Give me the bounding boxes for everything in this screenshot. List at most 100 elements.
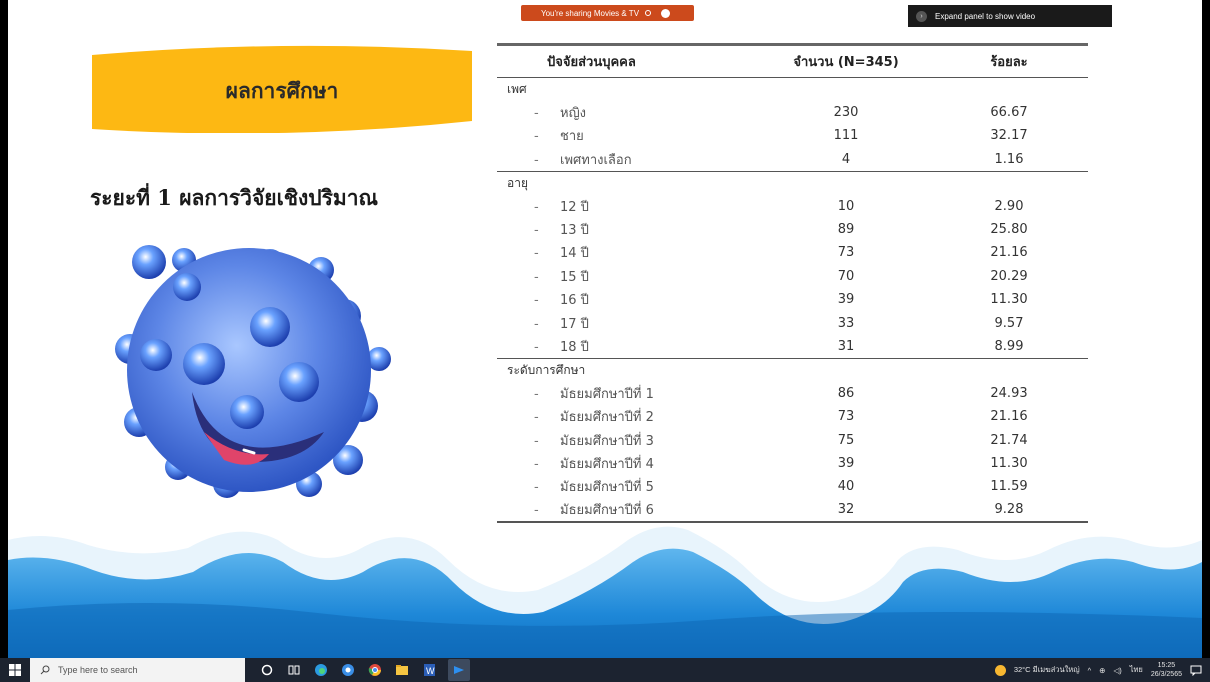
letterbox-left <box>0 0 8 658</box>
row-count: 39 <box>837 455 855 471</box>
table-row: - 16 ปี 39 11.30 <box>497 288 1088 311</box>
row-percent: 25.80 <box>990 222 1028 238</box>
taskbar: Type here to search W 32°C มีเมฆส่วนใหญ่… <box>0 658 1210 682</box>
notification-icon[interactable] <box>1190 664 1202 676</box>
table-group-row: อายุ <box>497 171 1088 194</box>
maximize-button[interactable]: ▢ <box>1160 2 1170 15</box>
row-count: 111 <box>833 128 859 144</box>
movies-tv-icon[interactable] <box>448 659 470 681</box>
close-button[interactable]: ✕ <box>1193 2 1202 15</box>
table-group-row: ระดับการศึกษา <box>497 358 1088 381</box>
windows-icon <box>9 664 21 676</box>
row-count: 31 <box>837 338 855 354</box>
chevron-up-icon[interactable]: ^ <box>1088 666 1092 675</box>
taskbar-search-input[interactable]: Type here to search <box>30 658 245 682</box>
row-label: 15 ปี <box>560 269 589 285</box>
row-label: มัธยมศึกษาปีที่ 1 <box>560 386 654 402</box>
row-percent: 21.16 <box>990 245 1028 261</box>
expand-panel-bar[interactable]: › Expand panel to show video <box>908 5 1112 27</box>
table-row: - 17 ปี 33 9.57 <box>497 311 1088 334</box>
clock[interactable]: 15:25 26/3/2565 <box>1151 661 1182 679</box>
virus-mascot-illustration <box>115 245 391 498</box>
language-indicator[interactable]: ไทย <box>1130 664 1143 676</box>
table-row: - มัธยมศึกษาปีที่ 1 86 24.93 <box>497 382 1088 405</box>
dash: - <box>534 246 539 262</box>
dash: - <box>534 129 539 145</box>
row-percent: 11.30 <box>990 292 1028 308</box>
table-row: - มัธยมศึกษาปีที่ 5 40 11.59 <box>497 475 1088 498</box>
sharing-banner[interactable]: You're sharing Movies & TV <box>521 5 694 21</box>
row-label: เพศทางเลือก <box>560 152 632 168</box>
row-count: 39 <box>837 292 855 308</box>
weather-icon[interactable] <box>994 664 1006 676</box>
letterbox-right <box>1202 0 1210 658</box>
volume-icon[interactable]: ◁) <box>1113 666 1121 675</box>
network-icon[interactable]: ⊕ <box>1099 666 1105 675</box>
row-percent: 11.30 <box>990 455 1028 471</box>
pinned-apps: W <box>259 659 470 681</box>
dash: - <box>534 316 539 332</box>
row-label: มัธยมศึกษาปีที่ 3 <box>560 433 654 449</box>
wave-decoration <box>8 526 1202 658</box>
table-row: - 18 ปี 31 8.99 <box>497 335 1088 358</box>
weather-text[interactable]: 32°C มีเมฆส่วนใหญ่ <box>1014 664 1080 676</box>
chrome-icon[interactable] <box>367 662 383 678</box>
group-label-age: อายุ <box>507 175 528 190</box>
start-button[interactable] <box>0 658 30 682</box>
word-icon[interactable]: W <box>421 662 437 678</box>
slide-subtitle: ระยะที่ 1 ผลการวิจัยเชิงปริมาณ <box>90 185 378 210</box>
row-count: 75 <box>837 432 855 448</box>
row-label: หญิง <box>560 106 586 122</box>
share-icon[interactable] <box>645 10 652 16</box>
group-label-education: ระดับการศึกษา <box>507 362 586 377</box>
row-label: 18 ปี <box>560 339 589 355</box>
clock-time: 15:25 <box>1157 662 1176 669</box>
row-label: 13 ปี <box>560 223 589 239</box>
row-percent: 2.90 <box>994 198 1024 214</box>
row-percent: 66.67 <box>990 105 1028 121</box>
dash: - <box>534 269 539 285</box>
table-row: - มัธยมศึกษาปีที่ 2 73 21.16 <box>497 405 1088 428</box>
row-label: มัธยมศึกษาปีที่ 4 <box>560 456 654 472</box>
dash: - <box>534 293 539 309</box>
search-placeholder: Type here to search <box>58 665 138 675</box>
row-count: 10 <box>837 198 855 214</box>
dash: - <box>534 456 539 472</box>
row-percent: 32.17 <box>990 128 1028 144</box>
file-explorer-icon[interactable] <box>394 662 410 678</box>
row-label: มัธยมศึกษาปีที่ 5 <box>560 480 654 496</box>
row-label: 12 ปี <box>560 199 589 215</box>
edge-dev-icon[interactable] <box>340 662 356 678</box>
presentation-slide: ผลการศึกษา ระยะที่ 1 ผลการวิจัยเชิงปริมา… <box>8 0 1202 658</box>
edge-icon[interactable] <box>313 662 329 678</box>
row-label: มัธยมศึกษาปีที่ 2 <box>560 410 654 426</box>
dash: - <box>534 106 539 122</box>
row-count: 86 <box>837 385 855 401</box>
system-tray: 32°C มีเมฆส่วนใหญ่ ^ ⊕ ◁) ไทย 15:25 26/3… <box>994 658 1202 682</box>
row-percent: 21.16 <box>990 409 1028 425</box>
chevron-right-icon[interactable]: › <box>916 10 927 22</box>
row-count: 230 <box>833 105 859 121</box>
header-percent: ร้อยละ <box>990 55 1028 70</box>
row-label: 17 ปี <box>560 316 589 332</box>
row-count: 40 <box>837 479 855 495</box>
header-count: จำนวน (N=345) <box>793 55 899 70</box>
slide-title: ผลการศึกษา <box>225 79 339 103</box>
group-label-gender: เพศ <box>507 81 527 96</box>
row-label: ชาย <box>560 129 584 145</box>
stop-sharing-icon[interactable] <box>661 8 671 18</box>
minimize-button[interactable]: – <box>1132 2 1138 15</box>
table-row: - 15 ปี 70 20.29 <box>497 265 1088 288</box>
row-label: 14 ปี <box>560 246 589 262</box>
cortana-icon[interactable] <box>259 662 275 678</box>
dash: - <box>534 199 539 215</box>
table-row: - 14 ปี 73 21.16 <box>497 241 1088 264</box>
task-view-icon[interactable] <box>286 662 302 678</box>
demographic-table: ปัจจัยส่วนบุคคล จำนวน (N=345) ร้อยละ เพศ… <box>497 43 1088 523</box>
window-controls: – ▢ ✕ <box>1132 2 1202 15</box>
dash: - <box>534 386 539 402</box>
row-count: 73 <box>837 409 855 425</box>
row-percent: 21.74 <box>990 432 1028 448</box>
row-percent: 20.29 <box>990 268 1028 284</box>
row-label: 16 ปี <box>560 293 589 309</box>
